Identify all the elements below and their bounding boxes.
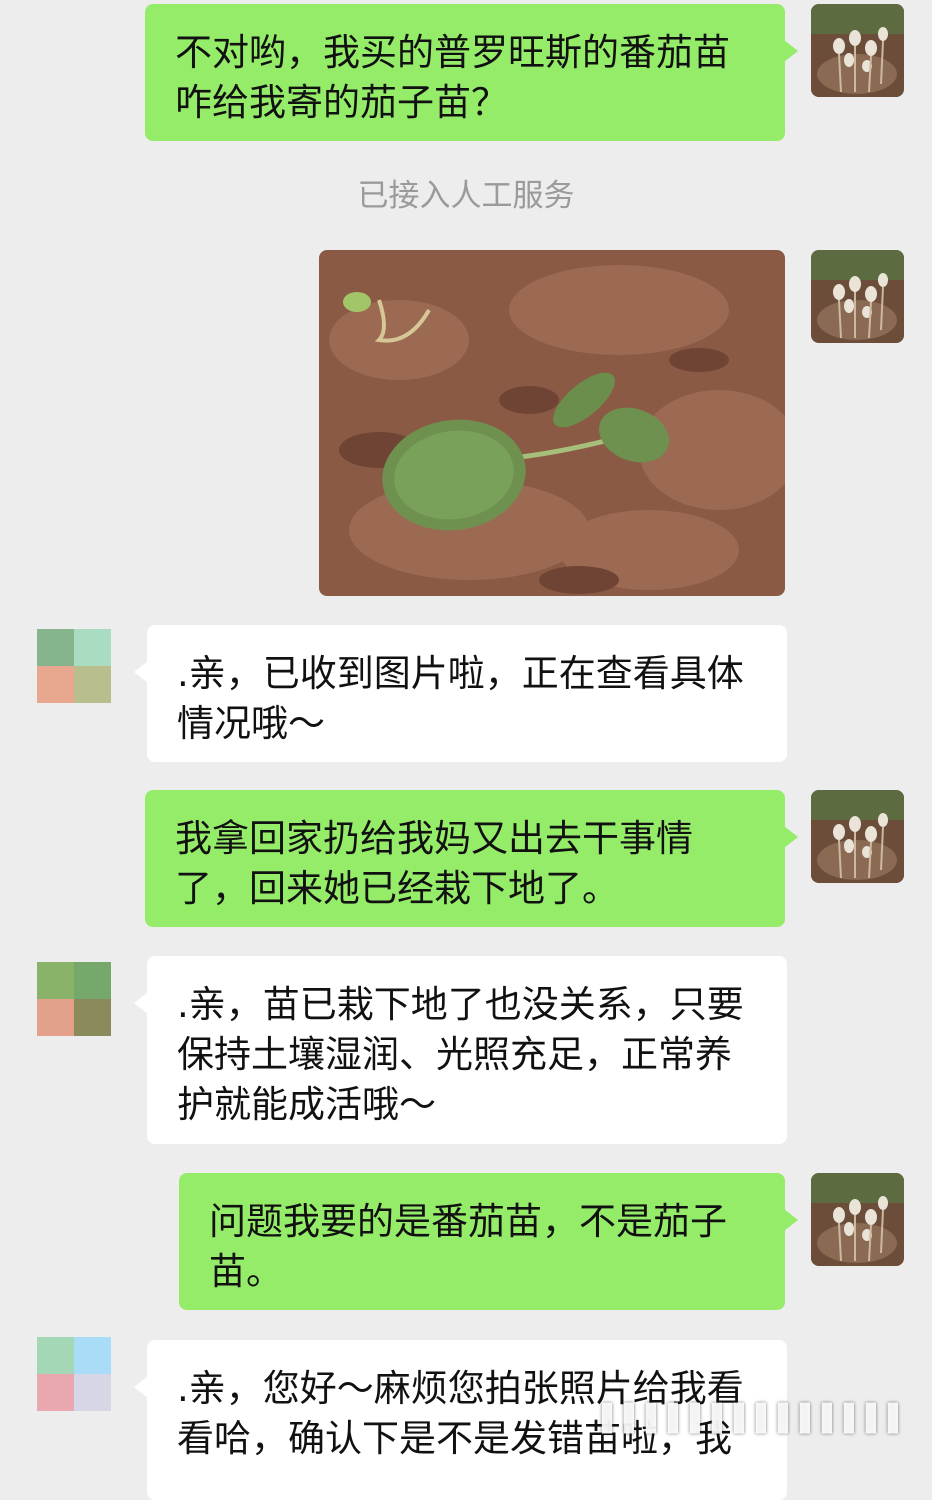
system-notice: 已接入人工服务	[357, 178, 575, 214]
user-avatar-icon[interactable]	[811, 4, 904, 97]
message-bubble-me[interactable]: 问题我要的是番茄苗，不是茄子苗。	[179, 1173, 798, 1310]
watermark-icon: ▌▌▌▌▌▌▌▌▌▌▌▌▌▌	[602, 1404, 910, 1434]
flower-bud-avatar-icon	[811, 4, 904, 97]
agent-avatar-icon[interactable]	[37, 962, 111, 1036]
message-bubble-me[interactable]: 我拿回家扔给我妈又出去干事情了，回来她已经栽下地了。	[145, 790, 798, 927]
agent-avatar-icon[interactable]	[37, 629, 111, 703]
user-avatar-icon[interactable]	[811, 250, 904, 343]
user-avatar-icon[interactable]	[811, 1173, 904, 1266]
message-bubble-them[interactable]: .亲，已收到图片啦，正在查看具体情况哦～	[134, 625, 787, 762]
flower-bud-avatar-icon	[811, 1173, 904, 1266]
user-avatar-icon[interactable]	[811, 790, 904, 883]
seedling-image-icon	[319, 250, 785, 596]
flower-bud-avatar-icon	[811, 790, 904, 883]
flower-bud-avatar-icon	[811, 250, 904, 343]
message-bubble-me[interactable]: 不对哟，我买的普罗旺斯的番茄苗咋给我寄的茄子苗？	[145, 4, 798, 141]
agent-avatar-icon[interactable]	[37, 1337, 111, 1411]
seedling-photo[interactable]	[319, 250, 785, 596]
message-bubble-them[interactable]: .亲，苗已栽下地了也没关系，只要保持土壤湿润、光照充足，正常养护就能成活哦～	[134, 956, 787, 1144]
